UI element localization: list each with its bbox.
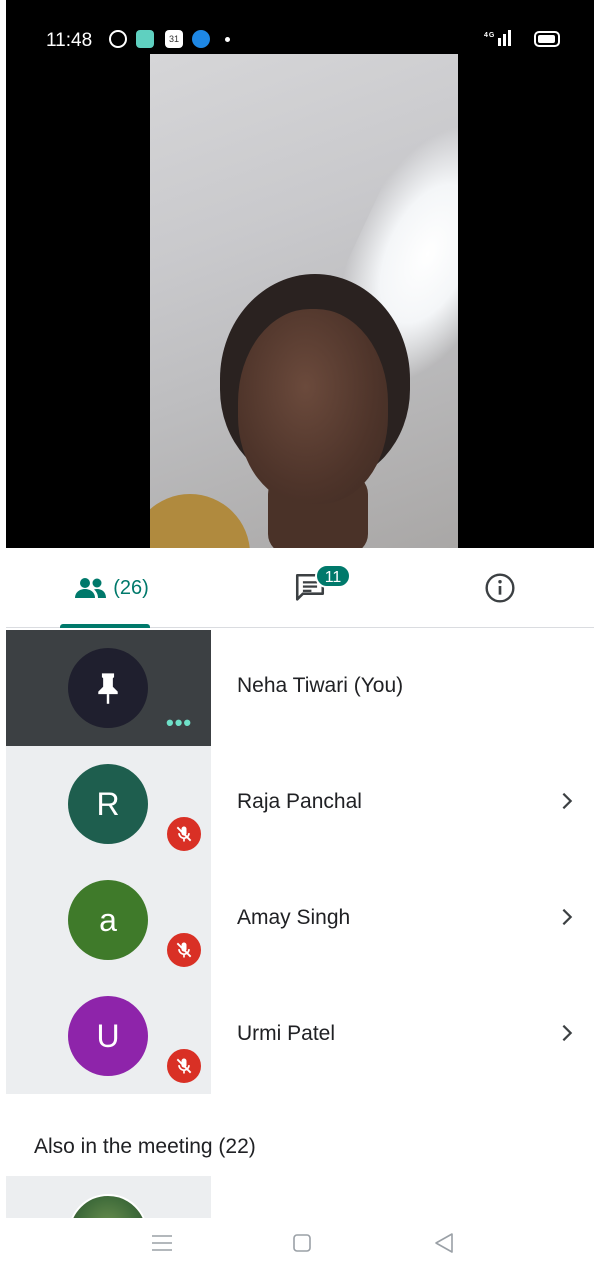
avatar-column: R xyxy=(6,746,211,862)
meet-screen: 11:48 31 4G (26) 11 ••• Neha Tiwari (You… xyxy=(6,0,594,1268)
active-tab-indicator xyxy=(60,624,150,628)
participant-row-self[interactable]: ••• Neha Tiwari (You) xyxy=(6,630,594,746)
tab-chat[interactable]: 11 xyxy=(260,548,360,628)
chevron-right-icon[interactable] xyxy=(556,906,578,928)
avatar: a xyxy=(68,880,148,960)
video-feed[interactable]: 11:48 31 4G xyxy=(6,0,594,548)
calendar-icon: 31 xyxy=(165,30,183,48)
system-nav-bar xyxy=(6,1218,594,1268)
tab-info[interactable] xyxy=(460,548,540,628)
avatar: R xyxy=(68,764,148,844)
chevron-right-icon[interactable] xyxy=(556,790,578,812)
status-time: 11:48 xyxy=(46,30,93,51)
tab-people[interactable]: (26) xyxy=(46,548,176,628)
tab-bar: (26) 11 xyxy=(6,548,594,628)
participant-video xyxy=(150,54,458,548)
app-o-icon xyxy=(192,30,210,48)
svg-text:4G: 4G xyxy=(484,32,495,39)
participant-name: Urmi Patel xyxy=(237,1022,336,1045)
pin-icon xyxy=(98,673,118,704)
participant-row[interactable]: R Raja Panchal xyxy=(6,746,594,862)
app-icon xyxy=(136,30,154,48)
home-icon[interactable] xyxy=(289,1230,315,1256)
avatar xyxy=(68,1194,148,1218)
video-face xyxy=(238,309,388,504)
signal-icon: 4G xyxy=(484,28,520,51)
people-count: (26) xyxy=(113,576,149,599)
chevron-right-icon[interactable] xyxy=(556,1022,578,1044)
participant-row[interactable]: a Amay Singh xyxy=(6,862,594,978)
avatar xyxy=(68,648,148,728)
people-icon xyxy=(75,578,107,598)
avatar-column: a xyxy=(6,862,211,978)
participant-row-partial[interactable] xyxy=(6,1176,211,1218)
avatar: U xyxy=(68,996,148,1076)
status-bar: 11:48 31 4G xyxy=(6,0,594,80)
mic-off-icon xyxy=(164,930,204,970)
participant-list: ••• Neha Tiwari (You) R Raja Panchal a A… xyxy=(6,630,594,1094)
mic-off-icon xyxy=(164,814,204,854)
chat-badge: 11 xyxy=(315,564,351,588)
participant-name: Raja Panchal xyxy=(237,790,362,813)
avatar-column: U xyxy=(6,978,211,1094)
participant-name: Amay Singh xyxy=(237,906,351,929)
info-icon xyxy=(485,573,515,603)
video-shoulder xyxy=(150,494,250,548)
whatsapp-icon xyxy=(109,30,127,48)
also-in-meeting-heading: Also in the meeting (22) xyxy=(34,1135,256,1158)
more-options-icon[interactable]: ••• xyxy=(166,710,192,736)
mic-off-icon xyxy=(164,1046,204,1086)
participant-name: Neha Tiwari (You) xyxy=(237,674,404,697)
avatar-initial: R xyxy=(96,785,120,822)
participant-row[interactable]: U Urmi Patel xyxy=(6,978,594,1094)
avatar-column: ••• xyxy=(6,630,211,746)
avatar-initial: a xyxy=(99,901,117,938)
back-icon[interactable] xyxy=(431,1230,457,1256)
recents-icon[interactable] xyxy=(149,1230,175,1256)
avatar-initial: U xyxy=(96,1017,120,1054)
notification-dot xyxy=(225,37,230,42)
battery-icon xyxy=(534,31,560,47)
